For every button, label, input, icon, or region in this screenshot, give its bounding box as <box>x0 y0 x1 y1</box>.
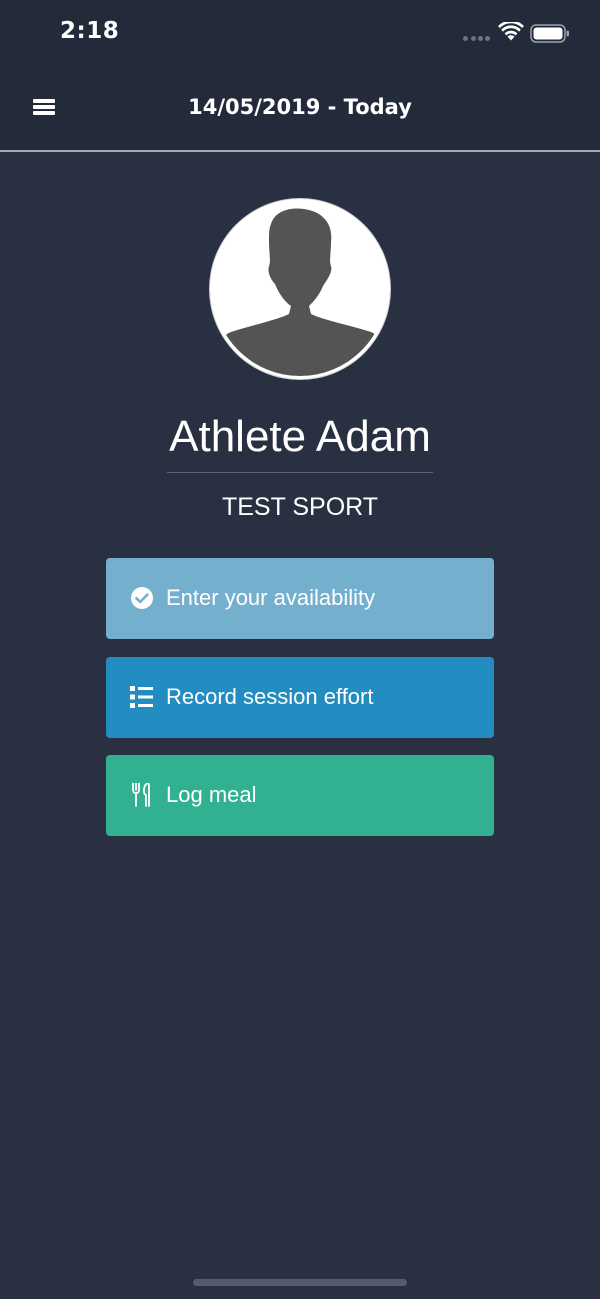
signal-icon <box>463 36 491 41</box>
status-bar: 2:18 <box>0 0 600 66</box>
log-meal-button[interactable]: Log meal <box>106 755 494 836</box>
enter-availability-button[interactable]: Enter your availability <box>106 558 494 639</box>
status-time: 2:18 <box>60 18 120 44</box>
record-session-effort-button[interactable]: Record session effort <box>106 657 494 738</box>
availability-label: Enter your availability <box>166 585 376 610</box>
person-silhouette-icon <box>213 208 387 376</box>
check-circle-icon <box>131 587 153 609</box>
cutlery-icon <box>132 783 150 807</box>
page-title: 14/05/2019 - Today <box>188 95 412 119</box>
athlete-name: Athlete Adam <box>169 412 431 461</box>
avatar <box>210 199 390 379</box>
list-icon <box>130 686 153 708</box>
session-effort-label: Record session effort <box>166 684 374 709</box>
home-indicator[interactable] <box>193 1279 407 1286</box>
wifi-icon <box>498 22 524 41</box>
log-meal-label: Log meal <box>166 782 257 807</box>
nav-bar: 14/05/2019 - Today <box>0 66 600 152</box>
app-screen: 2:18 14/05/2019 - Today Athlete Adam TES… <box>0 0 600 1299</box>
sport-label: TEST SPORT <box>221 493 379 521</box>
divider <box>167 472 433 473</box>
battery-icon <box>530 24 569 43</box>
